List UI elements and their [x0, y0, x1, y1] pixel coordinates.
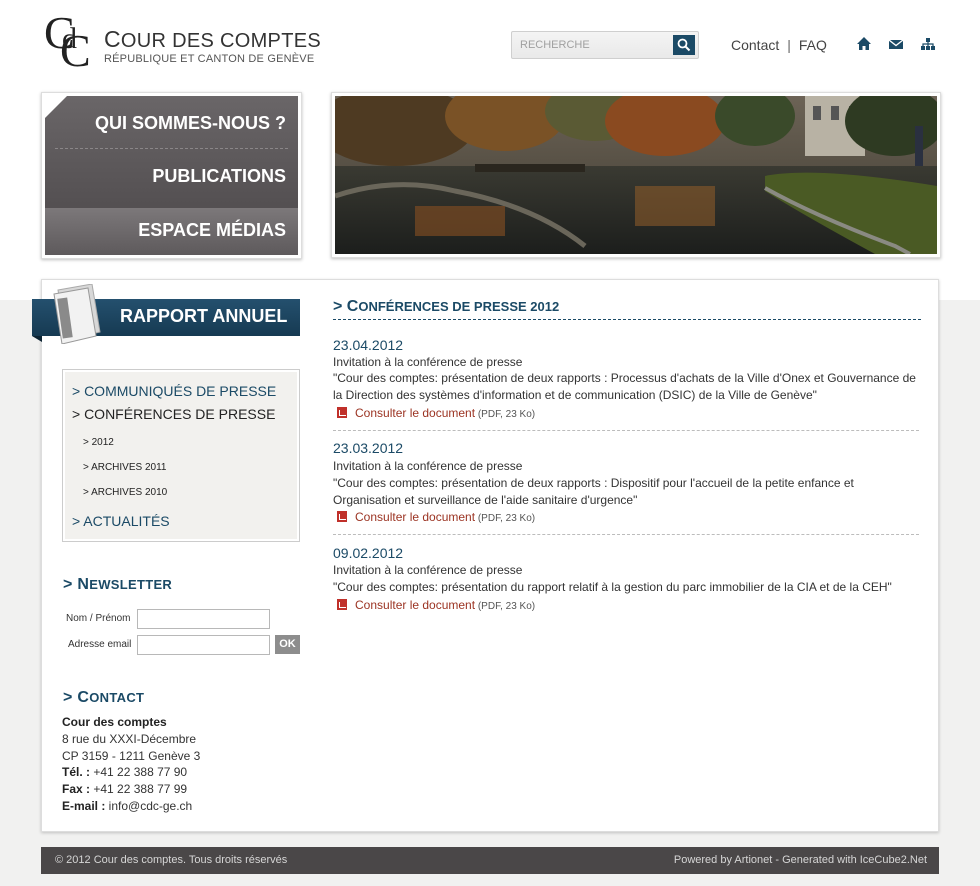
submenu-2012[interactable]: > 2012: [83, 437, 114, 448]
contact-title: > CONTACT: [63, 689, 145, 706]
entry-date: 09.02.2012: [333, 545, 404, 561]
entry-subtitle: Invitation à la conférence de presse: [333, 563, 523, 577]
side-menu: > COMMUNIQUÉS DE PRESSE > CONFÉRENCES DE…: [62, 369, 300, 542]
entry-date: 23.03.2012: [333, 440, 404, 456]
pdf-icon: [337, 599, 347, 610]
site-title: COUR DES COMPTES: [104, 26, 321, 52]
rapport-annuel-label: RAPPORT ANNUEL: [120, 306, 288, 326]
email-contact-link[interactable]: info@cdc-ge.ch: [105, 799, 193, 813]
entry-document: Consulter le document (PDF, 23 Ko): [337, 598, 535, 612]
entry-description: "Cour des comptes: présentation de deux …: [333, 476, 854, 507]
contact-org: Cour des comptes: [62, 715, 167, 729]
nav-corner-fold: [45, 96, 67, 118]
entry-divider: [333, 534, 919, 535]
document-meta: (PDF, 23 Ko): [475, 513, 536, 524]
menu-communiques[interactable]: > COMMUNIQUÉS DE PRESSE: [72, 383, 276, 399]
contact-address-1: 8 rue du XXXI-Décembre: [62, 731, 197, 746]
submenu-archives-2010[interactable]: > ARCHIVES 2010: [83, 487, 167, 498]
entry-description: "Cour des comptes: présentation de deux …: [333, 371, 916, 402]
email-label: Adresse email: [68, 639, 132, 650]
email-contact-label: E-mail :: [62, 798, 106, 813]
search-button[interactable]: [673, 35, 695, 55]
submenu-archives-2011[interactable]: > ARCHIVES 2011: [83, 462, 166, 473]
nav-divider: [55, 148, 288, 149]
name-input[interactable]: [137, 609, 270, 629]
entry-subtitle: Invitation à la conférence de presse: [333, 355, 523, 369]
mail-icon[interactable]: [888, 36, 904, 52]
email-input[interactable]: [137, 635, 270, 655]
rapport-tab-fold: [32, 336, 42, 342]
search-box: [511, 31, 699, 59]
tel-value: +41 22 388 77 90: [90, 765, 188, 780]
banner-image: [331, 92, 941, 258]
menu-actualites[interactable]: > ACTUALITÉS: [72, 513, 170, 529]
search-icon: [677, 38, 691, 52]
document-meta: (PDF, 23 Ko): [475, 601, 536, 612]
pdf-icon: [337, 511, 347, 522]
contact-info: Cour des comptes 8 rue du XXXI-Décembre …: [62, 714, 200, 815]
nav-publications[interactable]: PUBLICATIONS: [152, 166, 286, 187]
link-separator: |: [787, 37, 791, 53]
fax-label: Fax :: [62, 782, 91, 797]
logo-monogram: C d C: [44, 7, 91, 76]
entry-description: "Cour des comptes: présentation du rappo…: [333, 580, 892, 594]
entry-subtitle: Invitation à la conférence de presse: [333, 459, 523, 473]
name-label: Nom / Prénom: [66, 613, 131, 624]
home-icon[interactable]: [856, 36, 872, 52]
contact-link[interactable]: Contact: [731, 37, 779, 53]
pdf-icon: [337, 407, 347, 418]
nav-espace-medias[interactable]: ESPACE MÉDIAS: [138, 220, 286, 241]
copyright: © 2012 Cour des comptes. Tous droits rés…: [55, 854, 288, 866]
document-meta: (PDF, 23 Ko): [475, 409, 536, 420]
entry-divider: [333, 430, 919, 431]
document-link[interactable]: Consulter le document: [355, 510, 475, 524]
fax-value: +41 22 388 77 99: [90, 782, 188, 797]
entry-date: 23.04.2012: [333, 337, 404, 353]
search-input[interactable]: [514, 34, 674, 56]
sitemap-icon[interactable]: [920, 36, 936, 52]
park-pond-photo: [335, 96, 937, 254]
footer: © 2012 Cour des comptes. Tous droits rés…: [41, 847, 939, 874]
top-links: Contact | FAQ: [731, 37, 827, 53]
site-subtitle: RÉPUBLIQUE ET CANTON DE GENÈVE: [104, 53, 315, 65]
menu-conferences[interactable]: > CONFÉRENCES DE PRESSE: [72, 406, 275, 422]
entry-document: Consulter le document (PDF, 23 Ko): [337, 510, 535, 524]
faq-link[interactable]: FAQ: [799, 37, 827, 53]
document-link[interactable]: Consulter le document: [355, 598, 475, 612]
newsletter-title: > NEWSLETTER: [63, 576, 173, 593]
main-navigation: QUI SOMMES-NOUS ? PUBLICATIONS ESPACE MÉ…: [41, 92, 302, 259]
contact-address-2: CP 3159 - 1211 Genève 3: [62, 748, 201, 763]
tel-label: Tél. :: [62, 765, 91, 780]
nav-qui-sommes-nous[interactable]: QUI SOMMES-NOUS ?: [95, 113, 286, 134]
document-link[interactable]: Consulter le document: [355, 406, 475, 420]
title-divider: [333, 319, 921, 320]
newsletter-submit-button[interactable]: OK: [275, 635, 300, 654]
powered-by-link[interactable]: Powered by Artionet - Generated with Ice…: [674, 854, 927, 866]
site-logo[interactable]: C d C COUR DES COMPTES RÉPUBLIQUE ET CAN…: [44, 7, 321, 78]
entry-document: Consulter le document (PDF, 23 Ko): [337, 406, 535, 420]
page-title: > CONFÉRENCES DE PRESSE 2012: [333, 298, 560, 315]
book-icon: [53, 284, 101, 344]
rapport-annuel-banner[interactable]: RAPPORT ANNUEL: [32, 282, 302, 348]
